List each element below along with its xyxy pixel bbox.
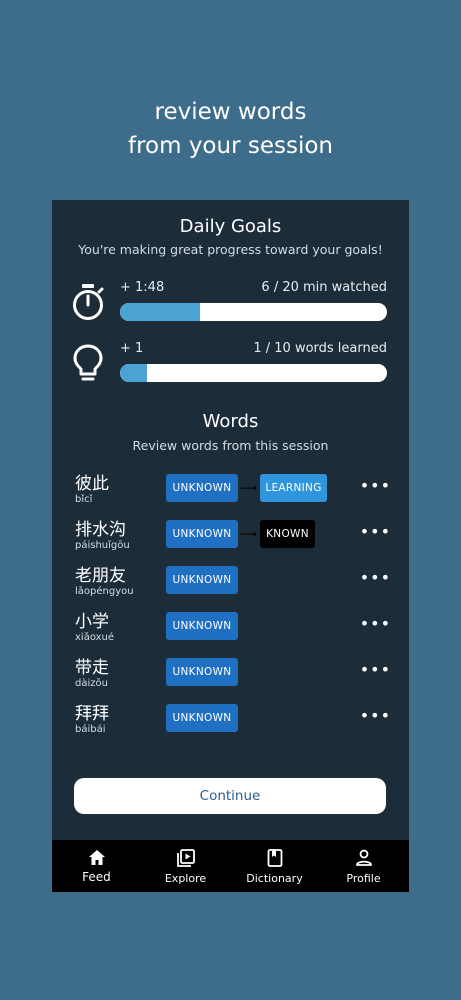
goal-progress-bar bbox=[120, 364, 387, 382]
goal-watch-time: + 1:48 6 / 20 min watched bbox=[52, 280, 409, 330]
goal-status: 1 / 10 words learned bbox=[253, 341, 387, 356]
more-options-icon[interactable]: ••• bbox=[360, 474, 391, 502]
tab-label: Dictionary bbox=[246, 872, 303, 885]
headline: review words from your session bbox=[0, 95, 461, 163]
tab-profile[interactable]: Profile bbox=[319, 840, 408, 892]
words-title: Words bbox=[202, 411, 259, 432]
more-options-icon[interactable]: ••• bbox=[360, 658, 391, 686]
tab-label: Feed bbox=[82, 870, 111, 884]
continue-button[interactable]: Continue bbox=[74, 778, 386, 814]
goal-delta: + 1 bbox=[120, 341, 144, 356]
word-row[interactable]: 小学 xiǎoxué UNKNOWN ••• bbox=[52, 604, 409, 650]
more-options-icon[interactable]: ••• bbox=[360, 704, 391, 732]
lightbulb-icon bbox=[73, 344, 103, 381]
word-row[interactable]: 排水沟 páishuǐgōu UNKNOWN ⟶ KNOWN ••• bbox=[52, 512, 409, 558]
arrow-right-icon: ⟶ bbox=[240, 481, 258, 495]
tab-dictionary[interactable]: Dictionary bbox=[230, 840, 319, 892]
session-review-panel: Daily Goals You're making great progress… bbox=[52, 200, 409, 892]
word-pinyin: páishuǐgōu bbox=[75, 540, 130, 551]
tab-label: Explore bbox=[164, 872, 207, 885]
word-hanzi: 小学 bbox=[75, 612, 109, 632]
stopwatch-icon bbox=[73, 284, 104, 320]
bottom-tab-bar: Feed Explore Dictionary Profile bbox=[52, 840, 409, 892]
word-hanzi: 带走 bbox=[75, 658, 109, 678]
video-library-icon bbox=[177, 849, 195, 867]
headline-line-2: from your session bbox=[127, 133, 333, 159]
goal-progress-fill bbox=[120, 364, 147, 382]
status-badge-unknown[interactable]: UNKNOWN bbox=[166, 474, 238, 502]
words-subtitle: Review words from this session bbox=[132, 438, 329, 453]
goal-words-learned: + 1 1 / 10 words learned bbox=[52, 341, 409, 391]
word-pinyin: dàizǒu bbox=[75, 678, 108, 689]
goal-delta: + 1:48 bbox=[120, 280, 165, 295]
word-row[interactable]: 带走 dàizǒu UNKNOWN ••• bbox=[52, 650, 409, 696]
book-icon bbox=[267, 849, 283, 867]
status-badge-unknown[interactable]: UNKNOWN bbox=[166, 658, 238, 686]
word-hanzi: 排水沟 bbox=[75, 520, 126, 540]
daily-goals-subtitle: You're making great progress toward your… bbox=[78, 242, 383, 257]
home-icon bbox=[89, 850, 105, 865]
status-badge-unknown[interactable]: UNKNOWN bbox=[166, 566, 238, 594]
word-hanzi: 老朋友 bbox=[75, 566, 126, 586]
word-hanzi: 彼此 bbox=[75, 474, 109, 494]
goal-status: 6 / 20 min watched bbox=[261, 280, 387, 295]
word-list[interactable]: 彼此 bǐcǐ UNKNOWN ⟶ LEARNING ••• 排水沟 páish… bbox=[52, 466, 409, 751]
word-hanzi: 拜拜 bbox=[75, 704, 109, 724]
word-row[interactable]: 彼此 bǐcǐ UNKNOWN ⟶ LEARNING ••• bbox=[52, 466, 409, 512]
word-row[interactable]: 老朋友 lǎopéngyou UNKNOWN ••• bbox=[52, 558, 409, 604]
word-pinyin: lǎopéngyou bbox=[75, 586, 134, 597]
status-badge-unknown[interactable]: UNKNOWN bbox=[166, 612, 238, 640]
status-badge-learning[interactable]: LEARNING bbox=[260, 474, 327, 502]
headline-line-1: review words bbox=[154, 99, 307, 125]
tab-feed[interactable]: Feed bbox=[52, 840, 141, 892]
status-badge-unknown[interactable]: UNKNOWN bbox=[166, 520, 238, 548]
tab-explore[interactable]: Explore bbox=[141, 840, 230, 892]
goal-progress-bar bbox=[120, 303, 387, 321]
goal-progress-fill bbox=[120, 303, 201, 321]
status-badge-unknown[interactable]: UNKNOWN bbox=[166, 704, 238, 732]
word-pinyin: xiǎoxué bbox=[75, 632, 115, 643]
more-options-icon[interactable]: ••• bbox=[360, 566, 391, 594]
daily-goals-title: Daily Goals bbox=[179, 216, 282, 237]
tab-label: Profile bbox=[346, 872, 381, 885]
word-row[interactable]: 拜拜 báibái UNKNOWN ••• bbox=[52, 696, 409, 742]
word-pinyin: báibái bbox=[75, 724, 106, 735]
arrow-right-icon: ⟶ bbox=[240, 527, 258, 541]
word-pinyin: bǐcǐ bbox=[75, 494, 93, 505]
status-badge-known[interactable]: KNOWN bbox=[260, 520, 315, 548]
person-icon bbox=[356, 849, 372, 866]
more-options-icon[interactable]: ••• bbox=[360, 612, 391, 640]
more-options-icon[interactable]: ••• bbox=[360, 520, 391, 548]
